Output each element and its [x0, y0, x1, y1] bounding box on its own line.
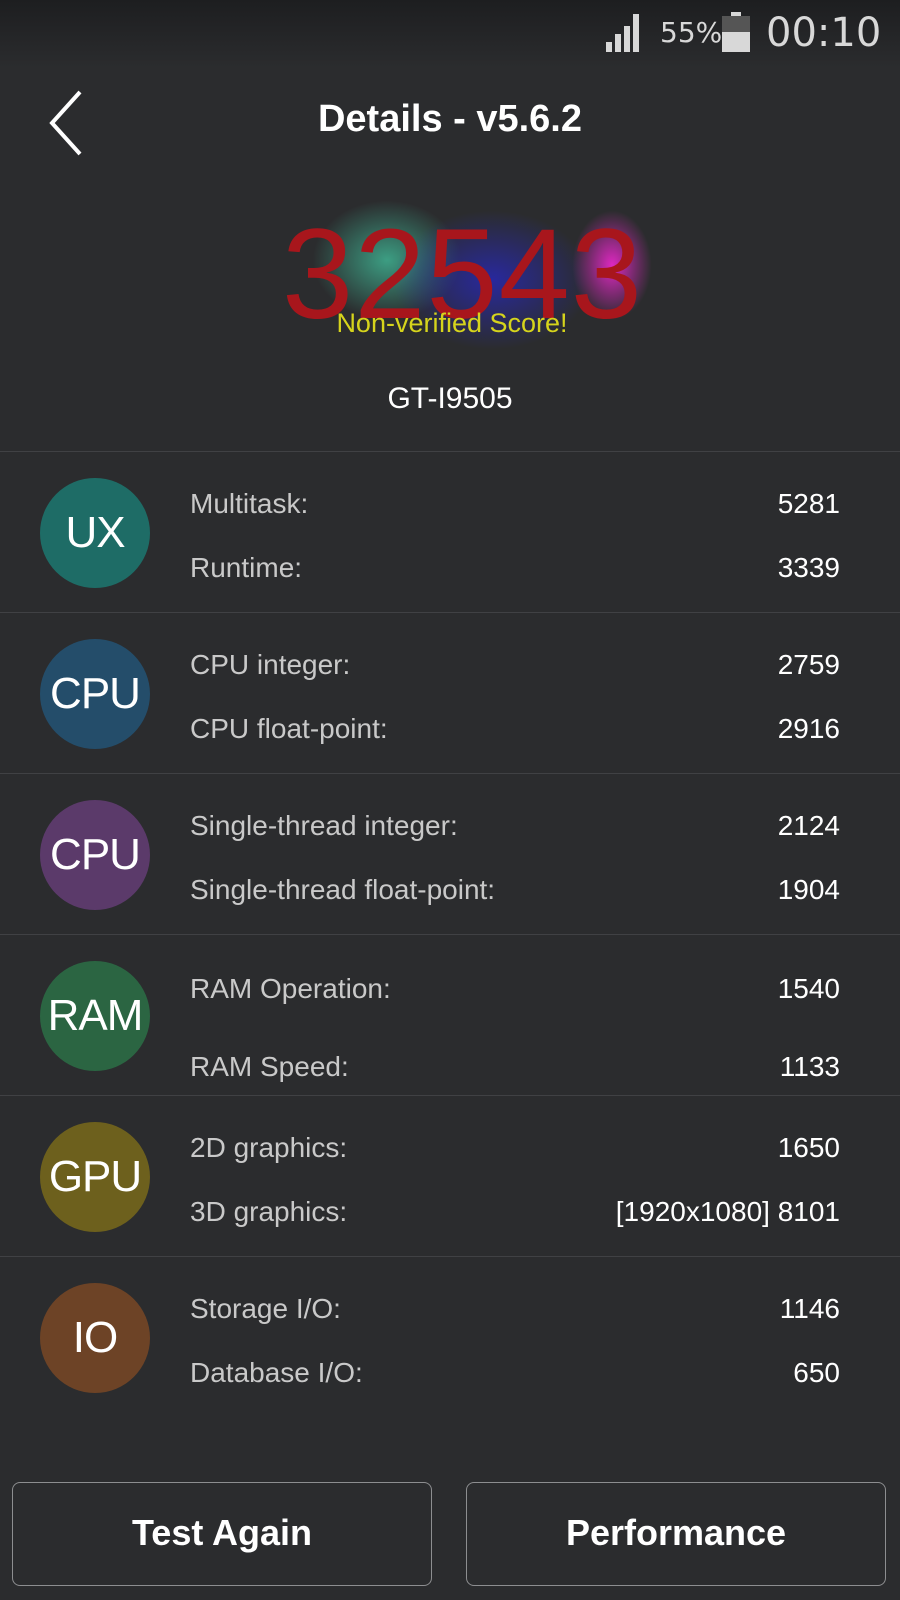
- item-label: Runtime:: [190, 552, 303, 583]
- item-value: 3339: [777, 552, 840, 583]
- item-value: 650: [793, 1357, 840, 1388]
- category-badge: RAM: [40, 961, 150, 1071]
- category-row-cpu-single-thread: CPU Single-thread integer: 2124 Single-t…: [0, 773, 900, 934]
- category-row-ram: RAM RAM Operation: 1540 RAM Speed: 1133: [0, 934, 900, 1095]
- item-label: RAM Operation:: [190, 973, 391, 1004]
- performance-button[interactable]: Performance: [466, 1482, 886, 1586]
- test-again-button[interactable]: Test Again: [12, 1482, 432, 1586]
- item-value: 2759: [777, 649, 840, 680]
- item-label: RAM Speed:: [190, 1051, 349, 1082]
- battery-icon: [722, 12, 750, 52]
- item-label: CPU integer:: [190, 649, 351, 680]
- signal-icon: [606, 14, 646, 52]
- item-label: Multitask:: [190, 488, 309, 519]
- item-label: 3D graphics:: [190, 1196, 348, 1227]
- category-row-io: IO Storage I/O: 1146 Database I/O: 650: [0, 1256, 900, 1417]
- item-label: 2D graphics:: [190, 1132, 348, 1163]
- clock: 00:10: [766, 10, 882, 56]
- item-value: 1540: [777, 973, 840, 1004]
- category-badge: GPU: [40, 1122, 150, 1232]
- item-value: 1904: [777, 874, 840, 905]
- score-note: Non-verified Score!: [336, 308, 568, 338]
- category-row-gpu: GPU 2D graphics: 1650 3D graphics: [1920…: [0, 1095, 900, 1256]
- item-label: Storage I/O:: [190, 1293, 341, 1324]
- item-value: 5281: [777, 488, 840, 519]
- battery-percent: 55%: [660, 16, 723, 49]
- category-badge: UX: [40, 478, 150, 588]
- category-badge: CPU: [40, 639, 150, 749]
- score-panel: 32543 Non-verified Score!: [282, 200, 652, 350]
- item-label: Single-thread integer:: [190, 810, 458, 841]
- score-breakdown-list: UX Multitask: 5281 Runtime: 3339 CPU CPU…: [0, 451, 900, 1417]
- category-badge: CPU: [40, 800, 150, 910]
- item-value: 2124: [777, 810, 840, 841]
- device-name: GT-I9505: [387, 382, 513, 415]
- page-title: Details - v5.6.2: [317, 98, 583, 140]
- item-label: Database I/O:: [190, 1357, 363, 1388]
- item-value: [1920x1080] 8101: [615, 1196, 840, 1227]
- status-bar: 55% 00:10: [0, 0, 900, 68]
- category-badge: IO: [40, 1283, 150, 1393]
- item-label: CPU float-point:: [190, 713, 388, 744]
- category-row-cpu: CPU CPU integer: 2759 CPU float-point: 2…: [0, 612, 900, 773]
- item-value: 1650: [777, 1132, 840, 1163]
- item-value: 1146: [779, 1293, 840, 1324]
- item-value: 2916: [777, 713, 840, 744]
- item-value: 1133: [779, 1051, 840, 1082]
- item-label: Single-thread float-point:: [190, 874, 496, 905]
- category-row-ux: UX Multitask: 5281 Runtime: 3339: [0, 451, 900, 612]
